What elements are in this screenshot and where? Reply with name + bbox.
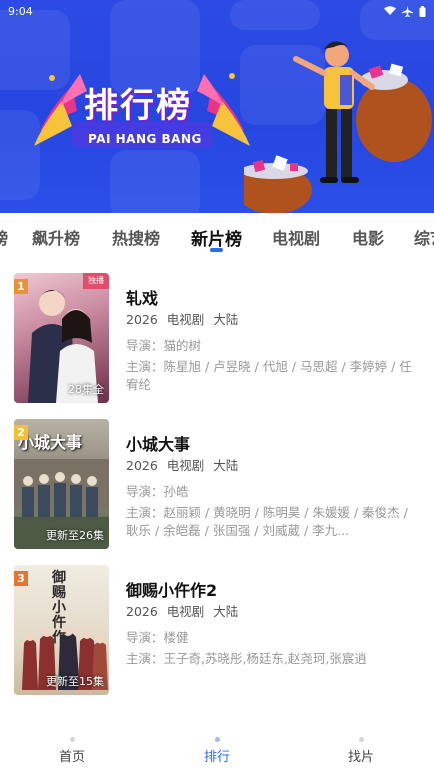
airplane-icon [402,5,413,17]
ranking-banner: 9:04 排行榜 PAI HANG BANG [0,0,434,213]
tab-hot-search[interactable]: 热搜榜 [112,225,160,249]
show-region: 大陆 [213,604,239,619]
wifi-icon [384,6,396,15]
tab-tv-series[interactable]: 电视剧 [272,225,320,249]
show-type: 电视剧 [166,604,205,619]
banner-illustration [244,41,432,213]
show-region: 大陆 [213,312,239,327]
show-year: 2026 [126,458,158,473]
show-title[interactable]: 御赐小仵作2 [126,577,217,601]
tab-soaring[interactable]: 飙升榜 [32,225,80,249]
active-tab-indicator [210,248,223,252]
nav-ranking[interactable]: 排行 [177,733,257,765]
nav-ranking-label: 排行 [203,750,230,765]
nav-find[interactable]: 找片 [321,733,401,765]
tab-ranking-partial[interactable]: 榜 [0,225,8,249]
show-year: 2026 [126,604,158,619]
poster[interactable]: 独播 1 28集全 [14,273,109,403]
ranking-tabs: 榜 飙升榜 热搜榜 新片榜 电视剧 电影 综艺 [0,213,434,259]
status-time: 9:04 [8,4,33,18]
tab-new-releases[interactable]: 新片榜 [191,225,242,250]
show-director: 导演：楼健 [126,630,189,645]
list-item[interactable]: 御赐小仵作 3 更新至15集 御赐小仵作2 2026 电视剧 大陆 导演：楼健 … [0,565,434,700]
bottom-nav: 首页 排行 找片 [0,733,434,772]
nav-find-label: 找片 [347,750,374,765]
show-meta: 2026 电视剧 大陆 [126,601,243,620]
rank-badge: 2 [14,425,28,440]
show-meta: 2026 电视剧 大陆 [126,309,243,328]
banner-bg-card [110,150,200,213]
show-cast: 主演：王子奇,苏晓彤,杨廷东,赵尧珂,张宸逍 [126,651,367,666]
banner-subtitle: PAI HANG BANG [88,132,202,146]
poster-episode-status: 更新至26集 [46,529,104,542]
banner-title: 排行榜 [84,86,192,126]
show-cast: 主演：陈星旭 / 卢昱晓 / 代旭 / 马思超 / 李婷婷 / 任宥纶 [126,359,412,392]
list-item[interactable]: 小城大事 2 更新至26集 小城大事 2026 电视剧 大陆 导演：孙皓 主演：… [0,419,434,554]
show-director: 导演：猫的树 [126,338,202,353]
ranking-screen: 9:04 排行榜 PAI HANG BANG 榜 飙升榜 热搜榜 新片榜 电视剧… [0,0,434,772]
show-title[interactable]: 小城大事 [126,431,190,455]
ranking-icon [214,737,220,742]
rank-badge: 1 [14,279,28,294]
poster[interactable]: 御赐小仵作 3 更新至15集 [14,565,109,695]
list-item[interactable]: 独播 1 28集全 轧戏 2026 电视剧 大陆 导演：猫的树 主演：陈星旭 /… [0,273,434,408]
show-director: 导演：孙皓 [126,484,189,499]
show-meta: 2026 电视剧 大陆 [126,455,243,474]
rank-badge: 3 [14,571,28,586]
show-region: 大陆 [213,458,239,473]
tab-variety[interactable]: 综艺 [414,225,434,249]
show-type: 电视剧 [166,458,205,473]
show-title[interactable]: 轧戏 [126,285,158,309]
nav-home[interactable]: 首页 [32,733,112,765]
show-type: 电视剧 [166,312,205,327]
poster-episode-status: 28集全 [68,383,104,396]
nav-home-label: 首页 [58,750,85,765]
exclusive-badge: 独播 [83,273,109,289]
tab-movies[interactable]: 电影 [352,225,384,249]
find-icon [358,737,364,742]
show-cast: 主演：赵丽颖 / 黄晓明 / 陈明昊 / 朱媛媛 / 秦俊杰 / 耿乐 / 余皑… [126,505,408,538]
poster[interactable]: 小城大事 2 更新至26集 [14,419,109,549]
battery-icon [419,5,426,17]
show-year: 2026 [126,312,158,327]
poster-episode-status: 更新至15集 [46,675,104,688]
status-bar: 9:04 [0,0,434,22]
home-icon [69,737,75,742]
ranking-logo: 排行榜 PAI HANG BANG [32,56,252,156]
poster-title-art: 御赐小仵作 [52,570,66,646]
